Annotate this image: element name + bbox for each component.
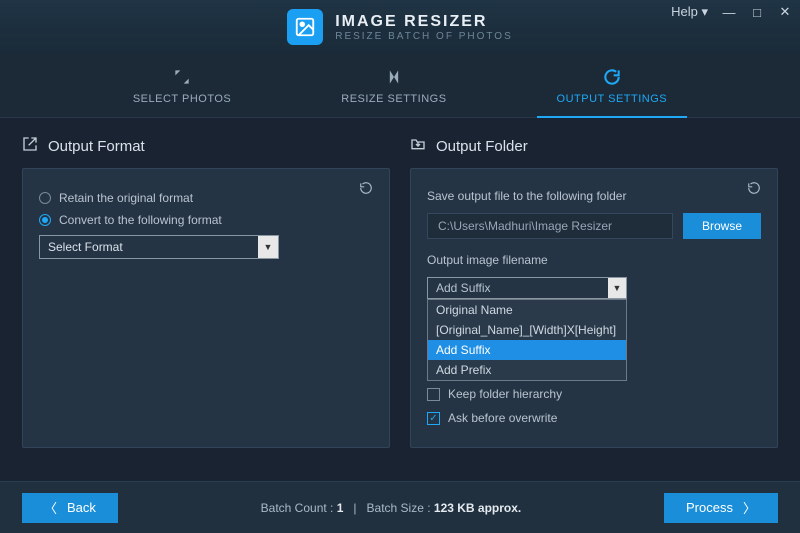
reset-folder-button[interactable]: [741, 177, 767, 199]
format-select[interactable]: Select Format ▼: [39, 235, 279, 259]
browse-button[interactable]: Browse: [683, 213, 761, 239]
chevron-right-icon: 〉: [743, 498, 756, 517]
back-button[interactable]: 〈 Back: [22, 493, 118, 523]
checkbox-label: Ask before overwrite: [448, 411, 557, 425]
select-value: Select Format: [48, 240, 123, 254]
output-folder-panel: Output Folder Save output file to the fo…: [410, 136, 778, 448]
chevron-down-icon: ▼: [258, 236, 278, 258]
process-button[interactable]: Process 〉: [664, 493, 778, 523]
radio-icon: [39, 192, 51, 204]
dropdown-option[interactable]: Add Prefix: [428, 360, 626, 380]
dropdown-option[interactable]: [Original_Name]_[Width]X[Height]: [428, 320, 626, 340]
tab-output-settings[interactable]: OUTPUT SETTINGS: [537, 54, 688, 117]
batch-info: Batch Count : 1 | Batch Size : 123 KB ap…: [261, 501, 522, 515]
app-title: IMAGE RESIZER: [335, 13, 513, 31]
help-menu[interactable]: Help ▾: [671, 4, 708, 20]
title-bar: IMAGE RESIZER RESIZE BATCH OF PHOTOS Hel…: [0, 0, 800, 54]
minimize-button[interactable]: ―: [722, 5, 736, 20]
button-label: Back: [67, 500, 96, 515]
reset-format-button[interactable]: [353, 177, 379, 199]
tab-label: RESIZE SETTINGS: [341, 93, 446, 105]
filename-label: Output image filename: [427, 253, 761, 267]
radio-icon: [39, 214, 51, 226]
app-subtitle: RESIZE BATCH OF PHOTOS: [335, 31, 513, 42]
expand-icon: [172, 67, 192, 87]
footer-bar: 〈 Back Batch Count : 1 | Batch Size : 12…: [0, 481, 800, 533]
button-label: Process: [686, 500, 733, 515]
keep-hierarchy-checkbox[interactable]: Keep folder hierarchy: [427, 387, 761, 401]
chevron-left-icon: 〈: [44, 498, 57, 517]
save-folder-label: Save output file to the following folder: [427, 189, 761, 203]
tab-resize-settings[interactable]: RESIZE SETTINGS: [321, 54, 466, 117]
filename-select[interactable]: Add Suffix ▼: [427, 277, 627, 299]
tab-label: OUTPUT SETTINGS: [557, 93, 668, 105]
panel-title-text: Output Folder: [436, 138, 528, 155]
maximize-button[interactable]: □: [750, 5, 764, 20]
radio-label: Convert to the following format: [59, 213, 222, 227]
chevron-down-icon: ▼: [608, 278, 626, 298]
tab-bar: SELECT PHOTOS RESIZE SETTINGS OUTPUT SET…: [0, 54, 800, 118]
app-logo-icon: [287, 9, 323, 45]
radio-label: Retain the original format: [59, 191, 193, 205]
convert-format-radio[interactable]: Convert to the following format: [39, 213, 373, 227]
retain-format-radio[interactable]: Retain the original format: [39, 191, 373, 205]
dropdown-option[interactable]: Original Name: [428, 300, 626, 320]
export-icon: [22, 136, 38, 156]
tab-label: SELECT PHOTOS: [133, 93, 231, 105]
dropdown-option[interactable]: Add Suffix: [428, 340, 626, 360]
checkbox-icon: [427, 388, 440, 401]
output-path-input[interactable]: C:\Users\Madhuri\Image Resizer: [427, 213, 673, 239]
refresh-icon: [602, 67, 622, 87]
ask-overwrite-checkbox[interactable]: ✓ Ask before overwrite: [427, 411, 761, 425]
folder-icon: [410, 136, 426, 156]
undo-icon: [747, 181, 761, 195]
checkbox-icon: ✓: [427, 412, 440, 425]
checkbox-label: Keep folder hierarchy: [448, 387, 562, 401]
undo-icon: [359, 181, 373, 195]
tab-select-photos[interactable]: SELECT PHOTOS: [113, 54, 251, 117]
filename-dropdown-list: Original Name [Original_Name]_[Width]X[H…: [427, 299, 627, 381]
output-format-panel: Output Format Retain the original format…: [22, 136, 390, 448]
panel-title-text: Output Format: [48, 138, 145, 155]
select-value: Add Suffix: [436, 281, 490, 295]
close-button[interactable]: ✕: [778, 4, 792, 20]
resize-icon: [384, 67, 404, 87]
brand: IMAGE RESIZER RESIZE BATCH OF PHOTOS: [287, 9, 513, 45]
